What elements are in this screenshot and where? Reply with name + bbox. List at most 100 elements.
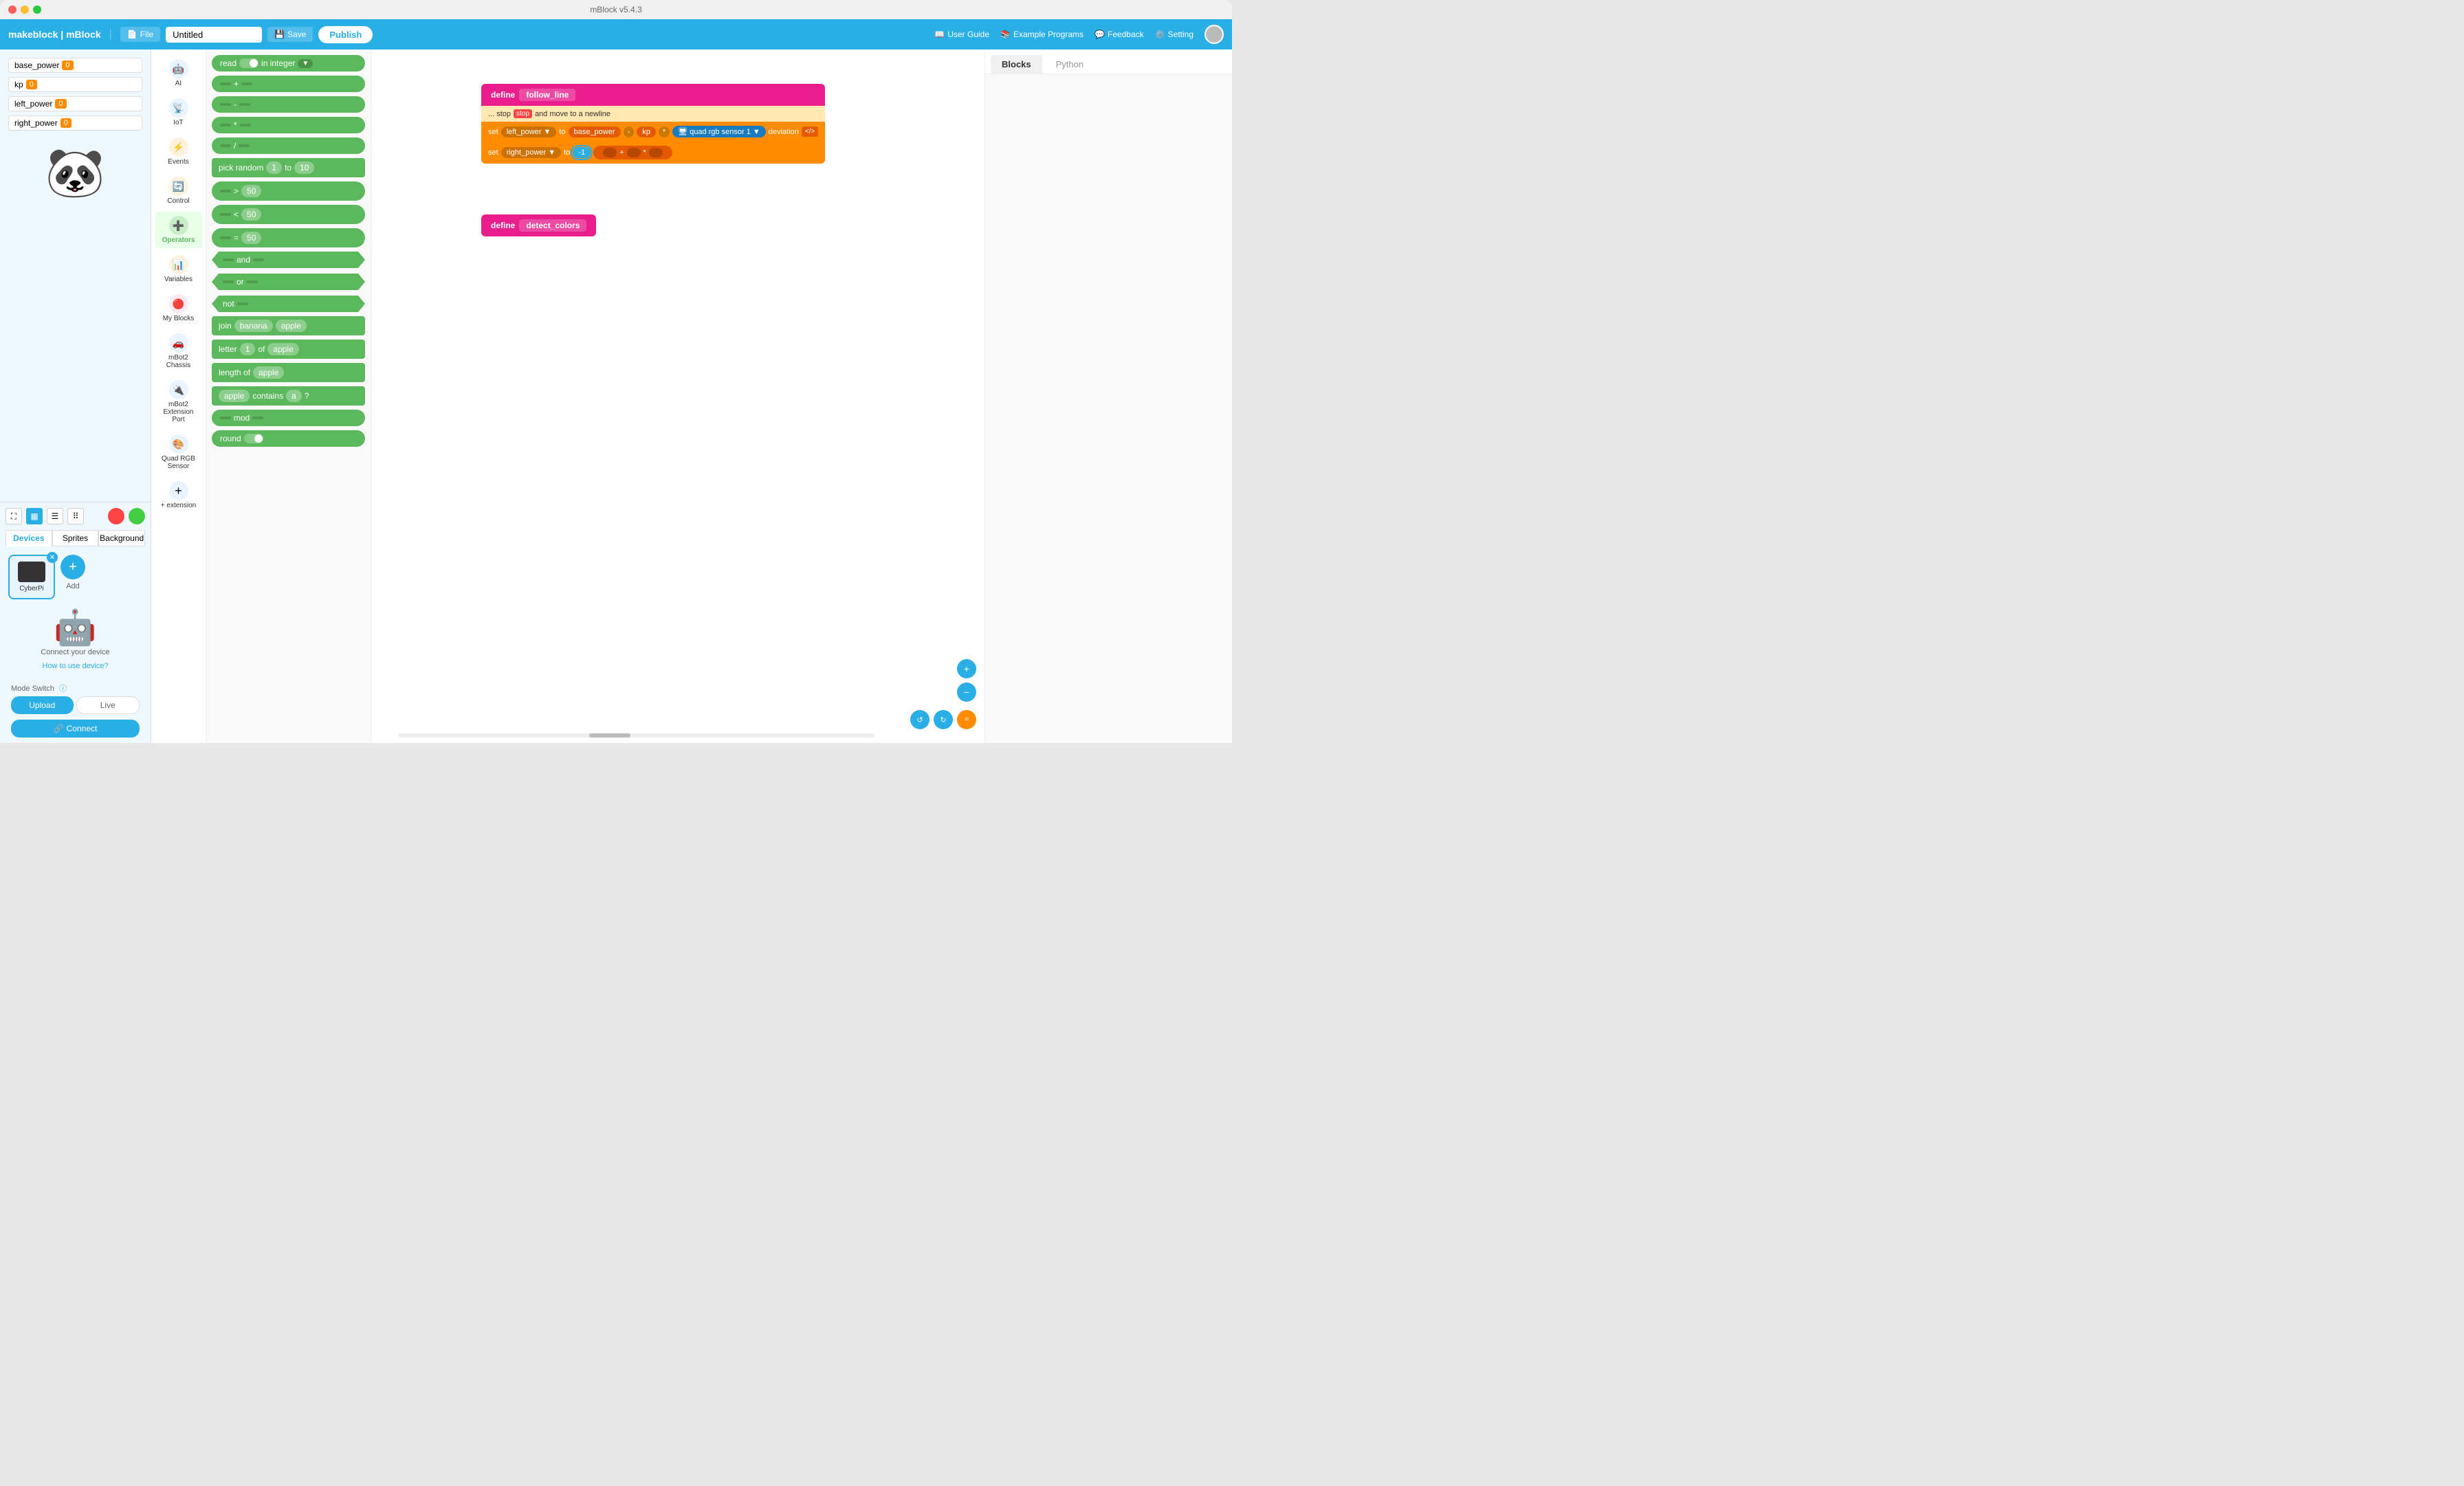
add-circle-icon: +: [60, 555, 85, 579]
block-length-of[interactable]: length of apple: [212, 363, 365, 382]
example-programs-icon: 📚: [1000, 30, 1011, 39]
zoom-controls: + −: [957, 659, 976, 702]
undo-button[interactable]: ↺: [910, 710, 930, 729]
device-close-icon[interactable]: ✕: [47, 552, 58, 563]
setting-icon: ⚙️: [1155, 30, 1165, 39]
category-control[interactable]: 🔄 Control: [155, 173, 203, 209]
brand-logo: makeblock | mBlock: [8, 29, 101, 40]
go-button[interactable]: [129, 508, 145, 524]
main-layout: base_power 0 kp 0 left_power 0 right_pow…: [0, 49, 1232, 743]
define-detect-colors-block[interactable]: define detect_colors: [481, 214, 596, 236]
view-expand-btn[interactable]: ⛶: [6, 508, 22, 524]
workspace-scrollbar[interactable]: [399, 733, 874, 738]
block-add[interactable]: +: [212, 76, 365, 92]
category-operators[interactable]: ➕ Operators: [155, 212, 203, 248]
feedback-link[interactable]: 💬 Feedback: [1094, 30, 1144, 39]
bottom-controls: ↺ ↻ =: [910, 710, 976, 729]
avatar[interactable]: [1204, 25, 1224, 44]
block-letter-of[interactable]: letter 1 of apple: [212, 340, 365, 359]
code-tabs: Blocks Python: [985, 49, 1232, 74]
var-kp[interactable]: kp 0: [8, 77, 142, 92]
robot-icon: 🤖: [11, 608, 140, 648]
block-equal[interactable]: = 50: [212, 228, 365, 247]
block-or[interactable]: or: [212, 274, 365, 290]
control-icon: 🔄: [169, 177, 188, 196]
add-device-button[interactable]: + Add: [60, 555, 85, 599]
category-mbot2-chassis[interactable]: 🚗 mBot2 Chassis: [155, 329, 203, 373]
cyberpi-device[interactable]: ✕ CyberPi: [8, 555, 55, 599]
block-and[interactable]: and: [212, 252, 365, 268]
user-guide-link[interactable]: 📖 User Guide: [934, 30, 989, 39]
block-less[interactable]: < 50: [212, 205, 365, 224]
set-left-power-block[interactable]: set left_power ▼ to base_power - kp * 🖥 …: [481, 122, 825, 142]
category-my-blocks[interactable]: 🔴 My Blocks: [155, 290, 203, 326]
feedback-icon: 💬: [1094, 30, 1105, 39]
category-ai[interactable]: 🤖 AI: [155, 55, 203, 91]
category-iot[interactable]: 📡 IoT: [155, 94, 203, 131]
var-base-power[interactable]: base_power 0: [8, 58, 142, 73]
zoom-in-button[interactable]: +: [957, 659, 976, 678]
block-not[interactable]: not: [212, 296, 365, 312]
live-mode-btn[interactable]: Live: [76, 696, 140, 714]
toolbar-right: 📖 User Guide 📚 Example Programs 💬 Feedba…: [934, 25, 1224, 44]
faded-block: ... stop stop and move to a newline: [481, 106, 825, 122]
minimize-button[interactable]: [21, 5, 29, 14]
tab-sprites[interactable]: Sprites: [52, 530, 99, 546]
view-grid-btn[interactable]: ▦: [26, 508, 43, 524]
workspace-scrollbar-thumb[interactable]: [589, 733, 630, 738]
block-subtract[interactable]: -: [212, 96, 365, 113]
block-divide[interactable]: /: [212, 137, 365, 154]
redo-button[interactable]: ↻: [934, 710, 953, 729]
category-mbot2-ext[interactable]: 🔌 mBot2 Extension Port: [155, 376, 203, 428]
devices-list: ✕ CyberPi + Add: [6, 552, 145, 602]
iot-icon: 📡: [169, 98, 188, 118]
block-greater[interactable]: > 50: [212, 181, 365, 201]
tab-python[interactable]: Python: [1045, 55, 1094, 74]
stop-button[interactable]: [108, 508, 124, 524]
maximize-button[interactable]: [33, 5, 41, 14]
publish-button[interactable]: Publish: [318, 26, 373, 43]
close-button[interactable]: [8, 5, 16, 14]
tab-blocks[interactable]: Blocks: [991, 55, 1042, 74]
how-to-use-link[interactable]: How to use device?: [43, 662, 109, 670]
block-multiply[interactable]: *: [212, 117, 365, 133]
zoom-out-button[interactable]: −: [957, 683, 976, 702]
fit-button[interactable]: =: [957, 710, 976, 729]
block-contains[interactable]: apple contains a ?: [212, 386, 365, 406]
tab-background[interactable]: Background: [98, 530, 145, 546]
window-title: mBlock v5.4.3: [590, 5, 641, 14]
operators-icon: ➕: [169, 216, 188, 235]
brand-text: makeblock | mBlock: [8, 29, 101, 40]
view-list-btn[interactable]: ☰: [47, 508, 63, 524]
upload-mode-btn[interactable]: Upload: [11, 696, 74, 714]
view-dots-btn[interactable]: ⠿: [67, 508, 84, 524]
block-round[interactable]: round: [212, 430, 365, 447]
device-controls: ⛶ ▦ ☰ ⠿ Devices Sprites Background ✕ Cyb…: [0, 502, 151, 743]
left-panel: base_power 0 kp 0 left_power 0 right_pow…: [0, 49, 151, 743]
setting-link[interactable]: ⚙️ Setting: [1155, 30, 1194, 39]
example-programs-link[interactable]: 📚 Example Programs: [1000, 30, 1084, 39]
save-icon: 💾: [274, 30, 285, 39]
device-label: CyberPi: [19, 585, 44, 592]
block-join[interactable]: join banana apple: [212, 316, 365, 335]
category-extension[interactable]: + + extension: [155, 477, 203, 513]
project-title-input[interactable]: [166, 27, 262, 43]
category-variables[interactable]: 📊 Variables: [155, 251, 203, 287]
block-mod[interactable]: mod: [212, 410, 365, 426]
file-button[interactable]: 📄 File: [120, 27, 160, 42]
workspace: define follow_line ... stop stop and mov…: [371, 49, 984, 743]
block-read-integer[interactable]: read in integer ▼: [212, 55, 365, 71]
set-right-power-block[interactable]: set right_power ▼ to -1 + *: [481, 142, 825, 164]
category-quad-rgb[interactable]: 🎨 Quad RGB Sensor: [155, 430, 203, 474]
tab-devices[interactable]: Devices: [6, 530, 52, 546]
define-detect-colors-group: define detect_colors: [481, 214, 596, 236]
category-events[interactable]: ⚡ Events: [155, 133, 203, 170]
save-button[interactable]: 💾 Save: [267, 27, 313, 42]
var-right-power[interactable]: right_power 0: [8, 115, 142, 131]
right-panel: Blocks Python: [984, 49, 1232, 743]
define-follow-line-block[interactable]: define follow_line: [481, 84, 825, 106]
block-pick-random[interactable]: pick random 1 to 10: [212, 158, 365, 177]
device-icon: [18, 562, 45, 582]
connect-button[interactable]: 🔗 Connect: [11, 720, 140, 738]
var-left-power[interactable]: left_power 0: [8, 96, 142, 111]
